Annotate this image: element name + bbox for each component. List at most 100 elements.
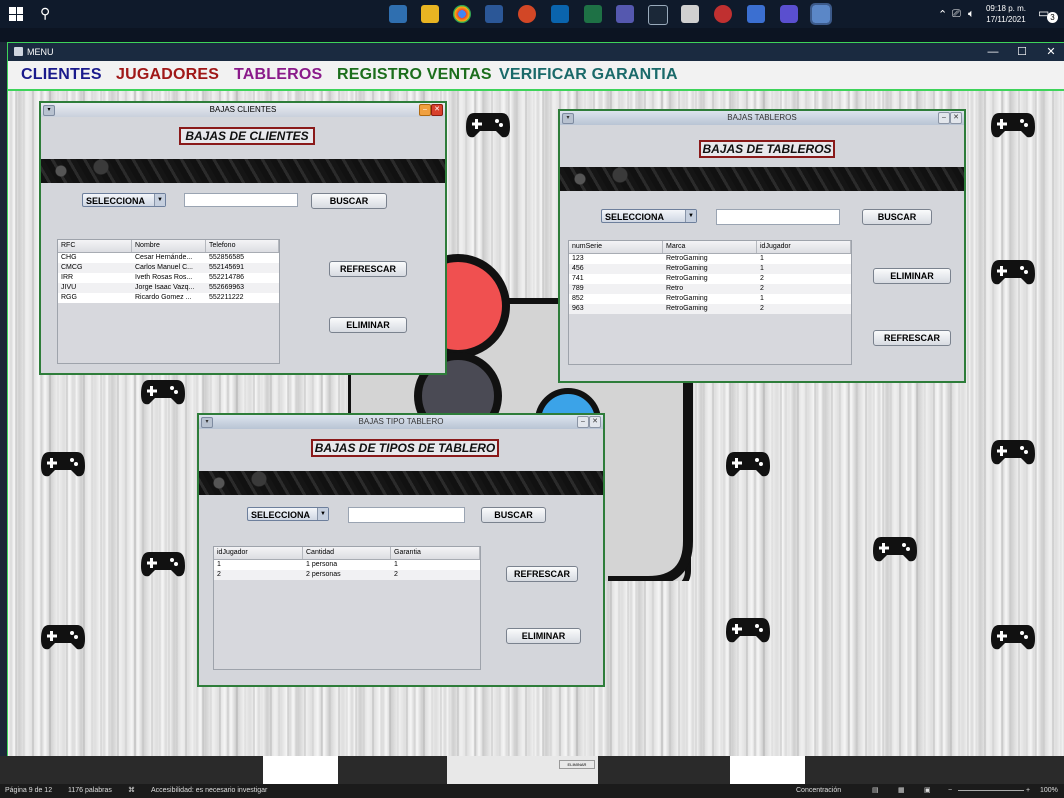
- taskbar-clock[interactable]: 09:18 p. m. 17/11/2021: [986, 3, 1026, 25]
- zoom-slider[interactable]: [958, 790, 1024, 791]
- chevron-up-icon[interactable]: ⌃: [938, 8, 947, 21]
- table-row[interactable]: 741 RetroGaming 2: [569, 274, 851, 284]
- table-row[interactable]: 123 RetroGaming 1: [569, 254, 851, 264]
- close-button[interactable]: ✕: [1037, 44, 1064, 60]
- table-row[interactable]: 852 RetroGaming 1: [569, 294, 851, 304]
- bajas-tipo-tablero-window[interactable]: ▾ BAJAS TIPO TABLERO – ✕ BAJAS DE TIPOS …: [197, 413, 605, 687]
- tableros-select[interactable]: SELECCIONA ▼: [601, 209, 697, 223]
- powerpoint-icon[interactable]: [518, 5, 536, 23]
- column-header[interactable]: Telefono: [206, 240, 279, 252]
- zoom-in-icon[interactable]: +: [1026, 784, 1030, 798]
- internal-minimize-button[interactable]: –: [577, 416, 589, 428]
- internal-minimize-button[interactable]: –: [938, 112, 950, 124]
- outlook-icon[interactable]: [551, 5, 569, 23]
- internal-close-button[interactable]: ✕: [589, 416, 601, 428]
- table-row[interactable]: RGG Ricardo Gomez ... 552211222: [58, 293, 279, 303]
- internal-minimize-button[interactable]: –: [419, 104, 431, 116]
- table-row[interactable]: IRR Iveth Rosas Ros... 552214786: [58, 273, 279, 283]
- tipo-search-input[interactable]: [348, 507, 465, 523]
- bajas-clientes-window[interactable]: ▾ BAJAS CLIENTES – ✕ BAJAS DE CLIENTES S…: [39, 101, 447, 375]
- column-header[interactable]: Marca: [663, 241, 757, 253]
- table-row[interactable]: 1 1 persona 1: [214, 560, 480, 570]
- zoom-level[interactable]: 100%: [1040, 784, 1058, 798]
- column-header[interactable]: idJugador: [757, 241, 851, 253]
- column-header[interactable]: Garantia: [391, 547, 480, 559]
- column-header[interactable]: RFC: [58, 240, 132, 252]
- teams-icon[interactable]: [616, 5, 634, 23]
- internal-close-button[interactable]: ✕: [950, 112, 962, 124]
- window-menu-icon[interactable]: ▾: [201, 417, 213, 428]
- table-row[interactable]: 2 2 personas 2: [214, 570, 480, 580]
- web-layout-icon[interactable]: ▣: [924, 784, 931, 798]
- menu-tableros[interactable]: TABLEROS: [234, 66, 322, 84]
- window-menu-icon[interactable]: ▾: [43, 105, 55, 116]
- table-row[interactable]: JIVU Jorge Isaac Vazq... 552669963: [58, 283, 279, 293]
- column-header[interactable]: idJugador: [214, 547, 303, 559]
- column-header[interactable]: numSerie: [569, 241, 663, 253]
- clientes-eliminar-button[interactable]: ELIMINAR: [329, 317, 407, 333]
- clientes-table[interactable]: RFC Nombre Telefono CHG Cesar Hernánde..…: [57, 239, 280, 364]
- cell: 552145691: [209, 264, 245, 271]
- app-icon-2[interactable]: [681, 5, 699, 23]
- tableros-table[interactable]: numSerie Marca idJugador 123 RetroGaming…: [568, 240, 852, 365]
- clientes-search-input[interactable]: [184, 193, 298, 207]
- app-icon-1[interactable]: [389, 5, 407, 23]
- bajas-tableros-window[interactable]: ▾ BAJAS TABLEROS – ✕ BAJAS DE TABLEROS S…: [558, 109, 966, 383]
- app-icon-5[interactable]: [780, 5, 798, 23]
- volume-icon[interactable]: 🔈︎: [968, 8, 975, 21]
- table-row[interactable]: 963 RetroGaming 2: [569, 304, 851, 314]
- tipo-refrescar-button[interactable]: REFRESCAR: [506, 566, 578, 582]
- tipo-eliminar-button[interactable]: ELIMINAR: [506, 628, 581, 644]
- maximize-button[interactable]: ☐: [1008, 44, 1036, 60]
- table-row[interactable]: 789 Retro 2: [569, 284, 851, 294]
- page-count[interactable]: Página 9 de 12: [5, 784, 52, 798]
- menu-clientes[interactable]: CLIENTES: [21, 66, 102, 84]
- tipo-select[interactable]: SELECCIONA ▼: [247, 507, 329, 521]
- internal-close-button[interactable]: ✕: [431, 104, 443, 116]
- bajas-clientes-titlebar[interactable]: ▾ BAJAS CLIENTES – ✕: [41, 103, 445, 117]
- clientes-refrescar-button[interactable]: REFRESCAR: [329, 261, 407, 277]
- clientes-buscar-button[interactable]: BUSCAR: [311, 193, 387, 209]
- java-app-icon[interactable]: [810, 3, 832, 25]
- column-header[interactable]: Nombre: [132, 240, 206, 252]
- word-count[interactable]: 1176 palabras: [68, 784, 112, 798]
- proofing-icon[interactable]: ⌘: [128, 784, 135, 798]
- tipo-select-value: SELECCIONA: [251, 510, 311, 520]
- menu-verificar-garantia[interactable]: VERIFICAR GARANTIA: [499, 66, 678, 84]
- file-explorer-icon[interactable]: [421, 5, 439, 23]
- window-menu-icon[interactable]: ▾: [562, 113, 574, 124]
- search-icon[interactable]: ⚲: [40, 5, 50, 22]
- tipo-buscar-button[interactable]: BUSCAR: [481, 507, 546, 523]
- tableros-buscar-button[interactable]: BUSCAR: [862, 209, 932, 225]
- minimize-button[interactable]: —: [979, 44, 1007, 60]
- app-icon-3[interactable]: [714, 5, 732, 23]
- column-header[interactable]: Cantidad: [303, 547, 391, 559]
- clientes-select[interactable]: SELECCIONA ▼: [82, 193, 166, 207]
- tableros-eliminar-button[interactable]: ELIMINAR: [873, 268, 951, 284]
- tipo-table[interactable]: idJugador Cantidad Garantia 1 1 persona …: [213, 546, 481, 670]
- focus-mode[interactable]: Concentración: [796, 784, 841, 798]
- table-row[interactable]: 456 RetroGaming 1: [569, 264, 851, 274]
- excel-icon[interactable]: [584, 5, 602, 23]
- cell: Cesar Hernánde...: [135, 254, 193, 261]
- clientes-select-value: SELECCIONA: [86, 196, 146, 206]
- zoom-out-icon[interactable]: −: [948, 784, 952, 798]
- tableros-search-input[interactable]: [716, 209, 840, 225]
- bajas-tableros-titlebar[interactable]: ▾ BAJAS TABLEROS – ✕: [560, 111, 964, 125]
- windows-start-icon[interactable]: [9, 7, 23, 21]
- read-mode-icon[interactable]: ▤: [872, 784, 879, 798]
- chrome-icon[interactable]: [453, 5, 471, 23]
- menu-jugadores[interactable]: JUGADORES: [116, 66, 219, 84]
- table-row[interactable]: CHG Cesar Hernánde... 552856585: [58, 253, 279, 263]
- accessibility-status[interactable]: Accesibilidad: es necesario investigar: [151, 784, 267, 798]
- bajas-tableros-heading: BAJAS DE TABLEROS: [699, 140, 835, 158]
- table-row[interactable]: CMCG Carlos Manuel C... 552145691: [58, 263, 279, 273]
- steam-icon[interactable]: [648, 5, 668, 25]
- bajas-tipo-titlebar[interactable]: ▾ BAJAS TIPO TABLERO – ✕: [199, 415, 603, 429]
- menu-registro-ventas[interactable]: REGISTRO VENTAS: [337, 66, 492, 84]
- tableros-refrescar-button[interactable]: REFRESCAR: [873, 330, 951, 346]
- word-icon[interactable]: [485, 5, 503, 23]
- print-layout-icon[interactable]: ▦: [898, 784, 905, 798]
- app-icon-4[interactable]: [747, 5, 765, 23]
- network-icon[interactable]: ⎚: [952, 8, 961, 21]
